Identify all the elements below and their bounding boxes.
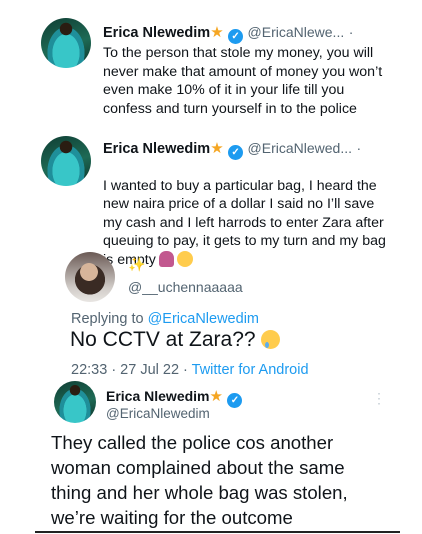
- crying-face-emoji-icon: [261, 330, 281, 349]
- star-emoji-icon: ★: [209, 388, 223, 405]
- separator-dot: ·: [348, 24, 354, 40]
- replying-to-label: Replying to: [71, 311, 148, 327]
- tweet-text: They called the police cos another woman…: [51, 432, 348, 528]
- star-emoji-icon: ★: [210, 24, 224, 41]
- verified-badge-icon: ✓: [228, 29, 244, 44]
- woman-facepalming-emoji-icon: [158, 250, 174, 267]
- author-handle[interactable]: @EricaNlewedim: [106, 406, 210, 421]
- bottom-divider: [35, 531, 400, 533]
- avatar[interactable]: [65, 252, 115, 302]
- tweet-text-content: I wanted to buy a particular bag, I hear…: [103, 177, 386, 268]
- separator-dot: ·: [356, 140, 362, 156]
- reply-timestamp: 22:33 · 27 Jul 22 ·: [71, 362, 192, 378]
- author-name[interactable]: Erica Nlewedim: [106, 388, 210, 404]
- tweet-text: I wanted to buy a particular bag, I hear…: [103, 158, 413, 269]
- author-name[interactable]: Erica Nlewedim: [103, 25, 210, 41]
- replying-to-handle[interactable]: @EricaNlewedim: [148, 311, 259, 327]
- more-options-icon[interactable]: ⋮: [372, 390, 386, 407]
- avatar[interactable]: [54, 381, 96, 423]
- verified-badge-icon: ✓: [227, 393, 243, 408]
- reply-text: No CCTV at Zara??: [70, 328, 281, 352]
- reply-source[interactable]: Twitter for Android: [192, 362, 309, 378]
- author-handle[interactable]: @EricaNlewe...: [248, 24, 345, 40]
- avatar[interactable]: [41, 136, 91, 186]
- tweet-header: Erica Nlewedim★ ✓ @EricaNlewe... ·: [103, 23, 353, 44]
- tweet-header: Erica Nlewedim★ ✓ @EricaNlewed... ·: [103, 139, 361, 160]
- tweet-text: To the person that stole my money, you w…: [103, 45, 383, 117]
- disappointed-face-emoji-icon: [176, 250, 193, 267]
- author-handle[interactable]: @EricaNlewed...: [248, 140, 352, 156]
- tweet-header: Erica Nlewedim★ ✓: [106, 387, 243, 408]
- author-handle[interactable]: @__uchennaaaaa: [128, 279, 243, 295]
- avatar[interactable]: [41, 18, 91, 68]
- reply-meta: 22:33 · 27 Jul 22 · Twitter for Android: [71, 362, 309, 378]
- replying-to: Replying to @EricaNlewedim: [71, 311, 259, 327]
- author-name[interactable]: Erica Nlewedim: [103, 141, 210, 157]
- reply-text-content: No CCTV at Zara??: [70, 328, 256, 351]
- star-emoji-icon: ★: [210, 140, 224, 157]
- sparkle-emoji-icon: ✨: [128, 256, 146, 272]
